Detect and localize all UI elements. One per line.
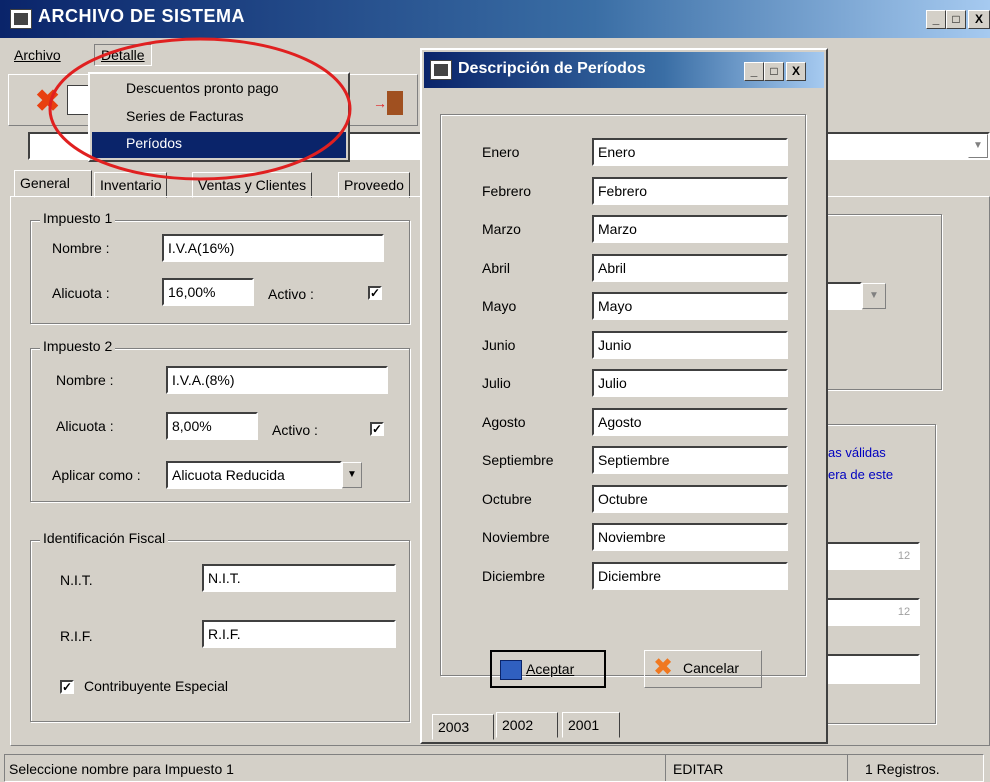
impuesto1-legend: Impuesto 1 <box>40 210 116 226</box>
exit-arrow-icon: → <box>373 95 387 111</box>
annotation-ellipse <box>48 37 352 181</box>
right-combo-dropdown-icon[interactable]: ▼ <box>862 283 886 309</box>
month-input[interactable]: Julio <box>592 369 788 397</box>
fiscal-especial-checkbox[interactable]: ✓ <box>60 680 74 694</box>
month-label: Mayo <box>482 298 517 314</box>
status-mode: EDITAR <box>673 761 724 777</box>
year-tab-2003[interactable]: 2003 <box>432 714 494 740</box>
combo-dropdown-button[interactable]: ▼ <box>968 134 988 158</box>
app-icon[interactable] <box>10 9 32 29</box>
status-records: 1 Registros. <box>865 761 940 777</box>
impuesto2-aplicar-dropdown-icon[interactable]: ▼ <box>342 462 362 488</box>
impuesto2-activo-label: Activo : <box>272 422 318 438</box>
cancelar-label: Cancelar <box>683 660 740 676</box>
month-label: Enero <box>482 144 520 160</box>
impuesto2-nombre-label: Nombre : <box>56 372 114 388</box>
month-input[interactable]: Abril <box>592 253 788 282</box>
fiscal-nit-input[interactable]: N.I.T. <box>202 564 396 592</box>
month-label: Septiembre <box>482 452 554 468</box>
impuesto1-activo-label: Activo : <box>268 286 314 302</box>
maximize-button[interactable]: □ <box>946 10 966 29</box>
impuesto2-legend: Impuesto 2 <box>40 338 116 354</box>
month-label: Julio <box>482 375 511 391</box>
month-label: Marzo <box>482 221 521 237</box>
right-field-3[interactable] <box>820 654 920 684</box>
enter-icon <box>500 660 522 680</box>
dialog-icon[interactable] <box>430 60 452 80</box>
fiscal-rif-label: R.I.F. <box>60 628 93 644</box>
year-tab-2001[interactable]: 2001 <box>562 712 620 738</box>
fiscal-especial-label: Contribuyente Especial <box>84 678 228 694</box>
cancel-x-icon: ✖ <box>653 654 674 681</box>
impuesto2-nombre-input[interactable]: I.V.A.(8%) <box>166 366 388 394</box>
status-divider <box>665 755 666 781</box>
dialog-title: Descripción de Períodos <box>458 60 646 77</box>
month-input[interactable]: Enero <box>592 138 788 166</box>
impuesto2-alicuota-input[interactable]: 8,00% <box>166 412 258 440</box>
calendar-icon[interactable]: 12 <box>892 544 916 568</box>
close-button[interactable]: X <box>968 10 990 29</box>
impuesto2-activo-checkbox[interactable]: ✓ <box>370 422 384 436</box>
fiscal-legend: Identificación Fiscal <box>40 530 169 546</box>
year-tab-2002[interactable]: 2002 <box>496 712 558 738</box>
month-label: Abril <box>482 259 511 276</box>
status-message: Seleccione nombre para Impuesto 1 <box>9 761 234 777</box>
impuesto1-nombre-label: Nombre : <box>52 240 110 256</box>
minimize-button[interactable]: _ <box>926 10 946 29</box>
periodos-dialog: Descripción de Períodos _ □ X Aceptar ✖ … <box>420 48 828 744</box>
impuesto1-alicuota-input[interactable]: 16,00% <box>162 278 254 306</box>
month-input[interactable]: Noviembre <box>592 523 788 551</box>
cancelar-button[interactable]: ✖ Cancelar <box>644 650 762 688</box>
month-label: Noviembre <box>482 529 550 545</box>
fiscal-rif-input[interactable]: R.I.F. <box>202 620 396 648</box>
impuesto2-aplicar-select[interactable]: Alicuota Reducida <box>166 461 342 489</box>
month-input[interactable]: Mayo <box>592 292 788 320</box>
right-info-line2: era de este <box>828 467 894 482</box>
impuesto1-alicuota-label: Alicuota : <box>52 285 110 301</box>
right-info-line1: as válidas <box>828 445 886 460</box>
month-label: Octubre <box>482 490 532 507</box>
month-label: Junio <box>482 336 516 353</box>
impuesto2-alicuota-label: Alicuota : <box>56 418 114 434</box>
aceptar-button[interactable]: Aceptar <box>490 650 606 688</box>
month-label: Agosto <box>482 413 526 430</box>
month-input[interactable]: Junio <box>592 330 788 359</box>
month-input[interactable]: Febrero <box>592 176 788 205</box>
month-input[interactable]: Marzo <box>592 215 788 243</box>
calendar-icon[interactable]: 12 <box>892 600 916 624</box>
impuesto1-activo-checkbox[interactable]: ✓ <box>368 286 382 300</box>
fiscal-nit-label: N.I.T. <box>60 572 93 588</box>
exit-door-icon[interactable] <box>387 91 403 115</box>
month-label: Febrero <box>482 182 532 199</box>
aceptar-label: Aceptar <box>526 661 575 677</box>
status-divider <box>847 755 848 781</box>
month-input[interactable]: Octubre <box>592 484 788 513</box>
month-input[interactable]: Septiembre <box>592 446 788 474</box>
status-bar: Seleccione nombre para Impuesto 1 EDITAR… <box>4 754 984 782</box>
month-label: Diciembre <box>482 567 546 584</box>
dialog-maximize-button[interactable]: □ <box>764 62 784 81</box>
company-combo-right[interactable] <box>820 132 990 160</box>
impuesto2-aplicar-label: Aplicar como : <box>52 467 141 483</box>
month-input[interactable]: Diciembre <box>592 561 788 590</box>
dialog-close-button[interactable]: X <box>786 62 806 81</box>
impuesto1-nombre-input[interactable]: I.V.A(16%) <box>162 234 384 262</box>
dialog-minimize-button[interactable]: _ <box>744 62 764 81</box>
month-input[interactable]: Agosto <box>592 407 788 436</box>
